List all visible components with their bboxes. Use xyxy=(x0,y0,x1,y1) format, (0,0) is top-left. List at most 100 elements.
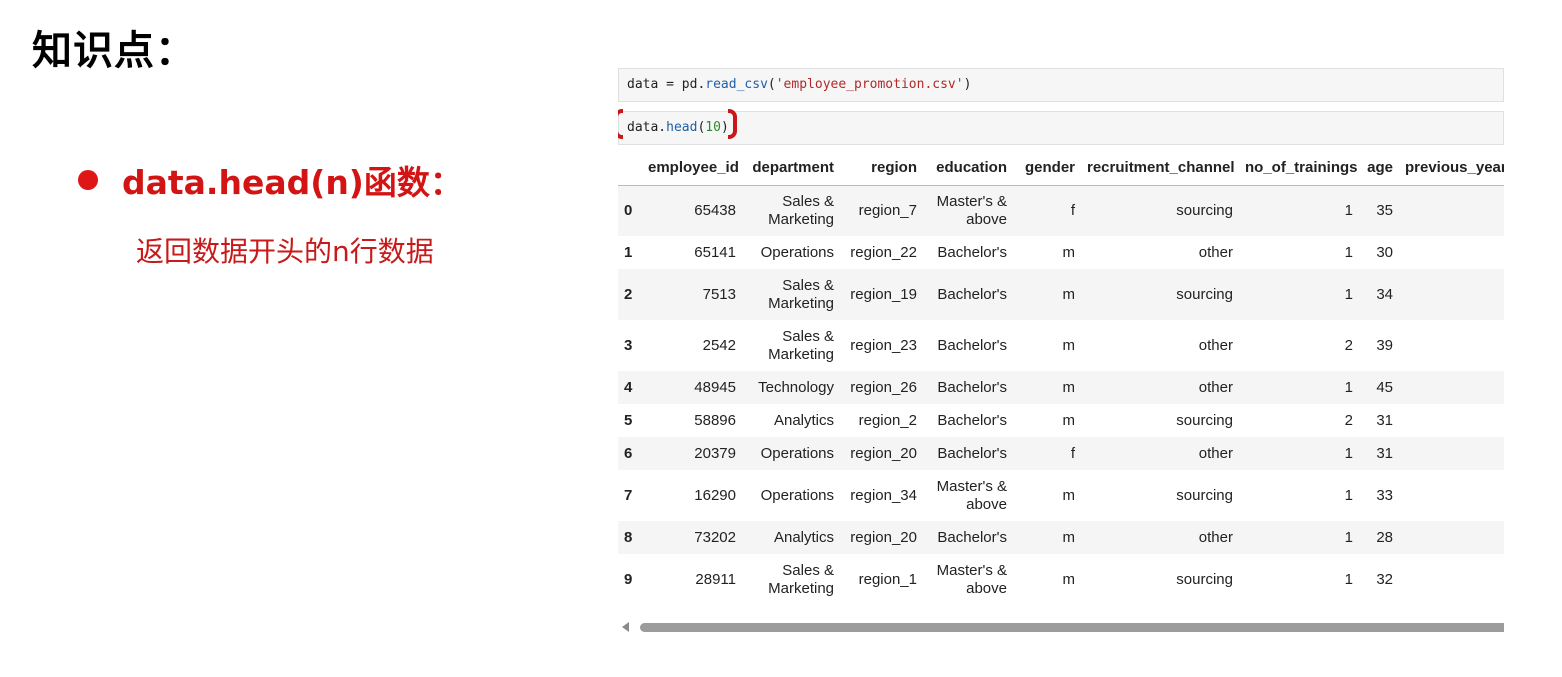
bullet-dot-icon xyxy=(78,170,98,190)
code-paren: ) xyxy=(963,77,972,92)
table-cell: Sales & Marketing xyxy=(768,561,834,597)
table-cell: region_20 xyxy=(850,528,917,546)
table-cell: Technology xyxy=(758,378,834,396)
table-cell: Operations xyxy=(760,444,834,462)
table-cell: 33 xyxy=(1376,486,1393,504)
table-cell: m xyxy=(1062,243,1076,261)
table-cell: other xyxy=(1198,243,1233,261)
table-cell xyxy=(1399,185,1504,236)
table-cell: region_2 xyxy=(858,411,917,429)
table-cell: Sales & Marketing xyxy=(768,276,834,312)
table-cell: m xyxy=(1062,285,1076,303)
table-cell: Bachelor's xyxy=(937,336,1007,354)
table-cell xyxy=(1399,404,1504,437)
table-cell xyxy=(1399,470,1504,521)
table-cell xyxy=(1399,269,1504,320)
code-paren: ( xyxy=(767,77,776,92)
table-cell: m xyxy=(1062,486,1076,504)
table-cell xyxy=(1399,236,1504,269)
table-cell: sourcing xyxy=(1176,411,1233,429)
table-cell: Master's & above xyxy=(936,477,1007,513)
table-row: 2 7513 Sales & Marketing region_19 Bachelor'… xyxy=(618,269,1504,320)
table-cell: 31 xyxy=(1376,444,1393,462)
table-cell: region_19 xyxy=(850,285,917,303)
row-index: 9 xyxy=(624,570,633,588)
row-index: 2 xyxy=(624,285,633,303)
table-cell: 7513 xyxy=(702,285,736,303)
table-cell: 1 xyxy=(1344,444,1353,462)
table-cell: 2 xyxy=(1344,411,1353,429)
table-cell: sourcing xyxy=(1176,486,1233,504)
column-header: employee_id xyxy=(642,151,742,186)
table-cell: 28 xyxy=(1376,528,1393,546)
table-cell: Analytics xyxy=(773,528,834,546)
horizontal-scrollbar[interactable] xyxy=(618,619,1504,635)
code-cell-read-csv[interactable]: data = pd.read_csv('employee_promotion.c… xyxy=(618,68,1504,102)
table-cell: Master's & above xyxy=(936,561,1007,597)
table-row: 3 2542 Sales & Marketing region_23 Bachelor'… xyxy=(618,320,1504,371)
row-index: 6 xyxy=(624,444,633,462)
row-index: 5 xyxy=(624,411,633,429)
table-cell: Bachelor's xyxy=(937,411,1007,429)
notebook-panel: data = pd.read_csv('employee_promotion.c… xyxy=(618,66,1504,642)
table-cell: 1 xyxy=(1344,570,1353,588)
column-header: recruitment_channel xyxy=(1081,151,1239,186)
table-cell: m xyxy=(1062,336,1076,354)
table-cell: sourcing xyxy=(1176,201,1233,219)
slide-title: 知识点： xyxy=(32,28,196,74)
column-header: no_of_trainings xyxy=(1239,151,1359,186)
column-header: education xyxy=(923,151,1013,186)
code-op: = pd. xyxy=(658,77,706,92)
code-cell-head[interactable]: data.head(10) xyxy=(618,111,1504,145)
code-highlight-bracket xyxy=(618,109,737,139)
row-index: 8 xyxy=(624,528,633,546)
table-row: 7 16290 Operations region_34 Master's & abov… xyxy=(618,470,1504,521)
table-cell: Master's & above xyxy=(936,192,1007,228)
table-cell: other xyxy=(1198,336,1233,354)
dataframe-table: employee_id department region education gend… xyxy=(618,151,1504,605)
bracket-right-icon xyxy=(728,109,737,139)
table-cell: sourcing xyxy=(1176,570,1233,588)
table-cell: region_34 xyxy=(850,486,917,504)
row-index: 1 xyxy=(624,243,633,261)
table-cell: 20379 xyxy=(694,444,736,462)
bullet-heading: data.head(n)函数： xyxy=(122,163,463,202)
table-row: 6 20379 Operations region_20 Bachelor's f othe… xyxy=(618,437,1504,470)
table-row: 0 65438 Sales & Marketing region_7 Master's … xyxy=(618,185,1504,236)
table-cell: 73202 xyxy=(694,528,736,546)
scroll-left-icon[interactable] xyxy=(622,622,629,632)
table-cell: m xyxy=(1062,411,1076,429)
row-index: 3 xyxy=(624,336,633,354)
code-var: data xyxy=(627,77,659,92)
table-header-row: employee_id department region education gend… xyxy=(618,151,1504,186)
table-cell: other xyxy=(1198,378,1233,396)
table-cell: Analytics xyxy=(773,411,834,429)
table-cell: 32 xyxy=(1376,570,1393,588)
table-cell: region_20 xyxy=(850,444,917,462)
table-cell: 58896 xyxy=(694,411,736,429)
table-cell: region_26 xyxy=(850,378,917,396)
table-cell: 1 xyxy=(1344,285,1353,303)
table-cell: Operations xyxy=(760,243,834,261)
bracket-left-icon xyxy=(618,109,623,139)
table-cell: Bachelor's xyxy=(937,444,1007,462)
table-cell: m xyxy=(1062,378,1076,396)
table-cell: region_1 xyxy=(858,570,917,588)
row-index: 0 xyxy=(624,201,633,219)
table-cell: 48945 xyxy=(694,378,736,396)
column-header: region xyxy=(840,151,923,186)
bullet-row: data.head(n)函数： xyxy=(78,156,463,204)
table-cell: f xyxy=(1070,444,1075,462)
table-cell xyxy=(1399,437,1504,470)
table-cell xyxy=(1399,371,1504,404)
table-cell: 28911 xyxy=(695,570,736,588)
code-func: read_csv xyxy=(705,77,768,92)
table-cell: 35 xyxy=(1376,201,1393,219)
scroll-thumb[interactable] xyxy=(640,623,1504,632)
table-cell: 16290 xyxy=(694,486,736,504)
table-row: 8 73202 Analytics region_20 Bachelor's m other… xyxy=(618,521,1504,554)
table-cell: other xyxy=(1198,444,1233,462)
table-cell: Sales & Marketing xyxy=(768,192,834,228)
table-cell: 30 xyxy=(1376,243,1393,261)
table-cell: 1 xyxy=(1344,378,1353,396)
